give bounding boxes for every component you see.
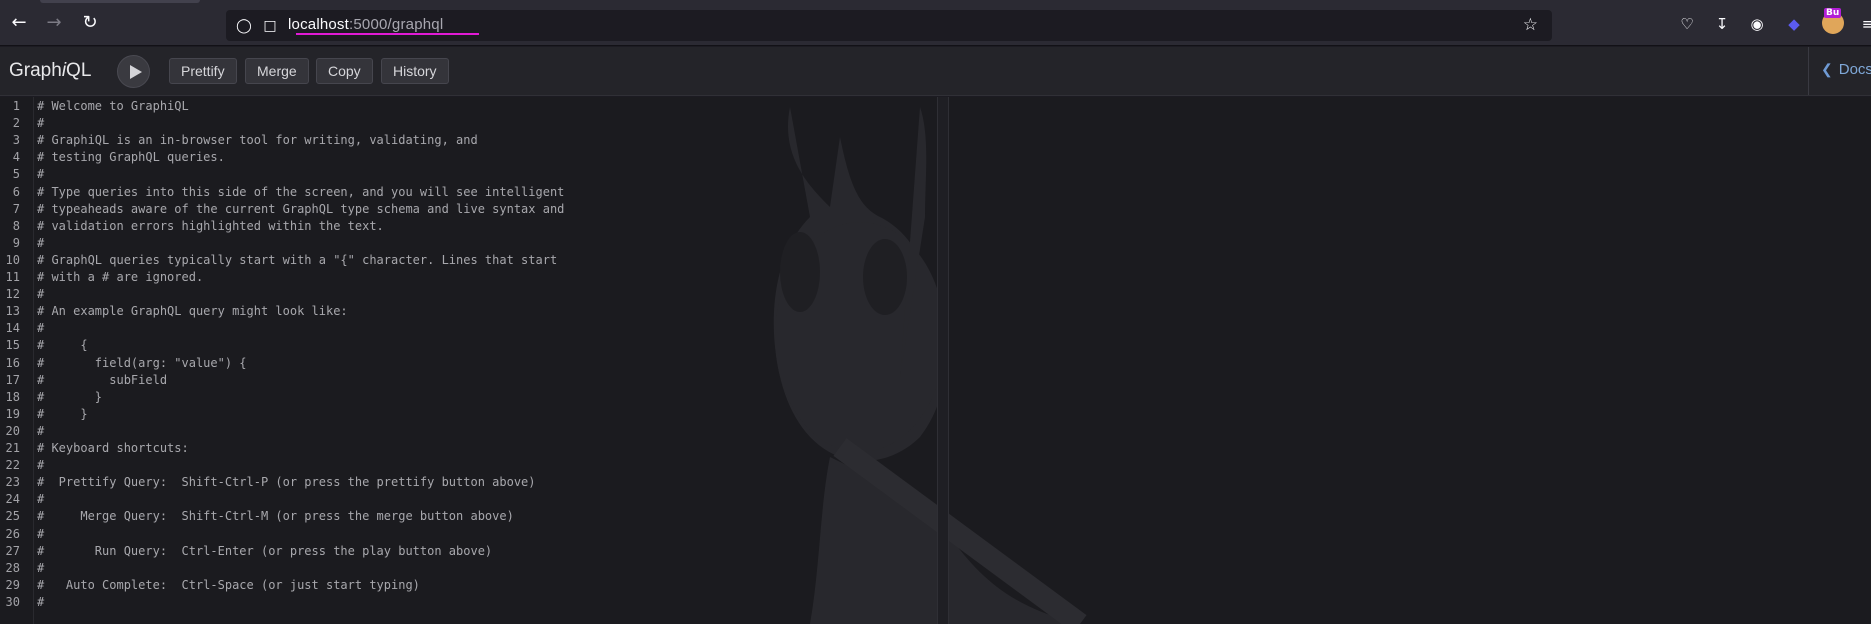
line-number: 17	[5, 372, 20, 387]
line-number: 26	[5, 526, 20, 541]
line-number: 20	[5, 423, 20, 438]
prettify-button[interactable]: Prettify	[169, 58, 237, 84]
reload-icon[interactable]: ↻	[78, 11, 102, 35]
execute-query-button[interactable]	[117, 55, 150, 88]
line-number: 14	[5, 321, 20, 336]
extension-badge-icon[interactable]: Bu	[1822, 8, 1844, 34]
code-line[interactable]: # An example GraphQL query might look li…	[37, 303, 348, 320]
page-info-icon[interactable]: □	[260, 16, 280, 36]
line-number: 13	[5, 304, 20, 319]
line-number: 27	[5, 543, 20, 558]
graphiql-title: GraphiQL	[9, 60, 91, 82]
docs-explorer-toggle[interactable]: ❮ Docs	[1808, 47, 1871, 95]
code-line[interactable]: # Auto Complete: Ctrl-Space (or just sta…	[37, 577, 420, 594]
title-prefix: Graph	[9, 60, 62, 81]
code-line[interactable]: #	[37, 115, 44, 132]
extension-diamond-icon[interactable]: ◆	[1783, 13, 1805, 35]
line-number: 24	[5, 492, 20, 507]
title-suffix: QL	[66, 60, 92, 81]
docs-link[interactable]: ❮ Docs	[1821, 61, 1871, 78]
code-line[interactable]: # subField	[37, 372, 167, 389]
extension-glasses-icon[interactable]: ◉	[1746, 13, 1768, 35]
line-number: 29	[5, 577, 20, 592]
line-number: 5	[12, 167, 20, 182]
line-number: 1	[12, 99, 20, 113]
code-line[interactable]: # Run Query: Ctrl-Enter (or press the pl…	[37, 543, 492, 560]
code-line[interactable]: # field(arg: "value") {	[37, 355, 247, 372]
line-number: 11	[5, 270, 20, 284]
code-line[interactable]: # }	[37, 389, 102, 406]
history-button[interactable]: History	[381, 58, 449, 84]
code-line[interactable]: #	[37, 457, 44, 474]
code-line[interactable]: # Prettify Query: Shift-Ctrl-P (or press…	[37, 474, 536, 491]
code-line[interactable]: # {	[37, 337, 88, 354]
extension-badge-label: Bu	[1824, 8, 1842, 18]
line-number: 7	[12, 201, 20, 216]
line-number: 10	[5, 252, 20, 267]
shield-icon[interactable]: ◯	[234, 16, 254, 36]
line-number-gutter: 1 2 3 4 5 6 7 8 9 10 11 12 13 14 15 16 17 18 19 20 21 22 23 24 2…	[0, 97, 34, 624]
results-pane	[950, 97, 1871, 624]
code-line[interactable]: # testing GraphQL queries.	[37, 149, 225, 166]
line-number: 3	[12, 133, 20, 148]
tab-strip-edge	[40, 0, 200, 3]
code-line[interactable]: #	[37, 491, 44, 508]
code-line[interactable]: # validation errors highlighted within t…	[37, 218, 384, 235]
code-line[interactable]: # }	[37, 406, 88, 423]
line-number: 15	[5, 338, 20, 353]
line-number: 8	[12, 218, 20, 233]
line-number: 25	[5, 509, 20, 524]
code-line[interactable]: #	[37, 166, 44, 183]
copy-button[interactable]: Copy	[316, 58, 373, 84]
line-number: 22	[5, 458, 20, 473]
browser-toolbar: ← → ↻ ◯ □ localhost:5000/graphql ☆ ♡ ↧ ◉…	[0, 0, 1871, 46]
url-text[interactable]: localhost:5000/graphql	[288, 16, 443, 33]
line-number: 12	[5, 287, 20, 302]
code-line[interactable]: #	[37, 594, 44, 611]
back-icon[interactable]: ←	[7, 11, 31, 35]
chevron-left-icon: ❮	[1821, 61, 1833, 77]
line-number: 19	[5, 406, 20, 421]
pocket-icon[interactable]: ♡	[1676, 13, 1698, 35]
forward-icon[interactable]: →	[42, 11, 66, 35]
graphiql-toolbar: GraphiQL Prettify Merge Copy History ❮ Do…	[0, 47, 1871, 96]
line-number: 21	[5, 441, 20, 455]
code-line[interactable]: # with a # are ignored.	[37, 269, 203, 286]
code-line[interactable]: # Merge Query: Shift-Ctrl-M (or press th…	[37, 508, 514, 525]
code-line[interactable]: #	[37, 526, 44, 543]
line-number: 4	[12, 150, 20, 165]
downloads-icon[interactable]: ↧	[1711, 13, 1733, 35]
merge-button[interactable]: Merge	[245, 58, 309, 84]
code-line[interactable]: # Type queries into this side of the scr…	[37, 184, 564, 201]
url-host: localhost	[288, 16, 350, 33]
line-number: 6	[12, 184, 20, 199]
code-line[interactable]: #	[37, 286, 44, 303]
code-line[interactable]: #	[37, 235, 44, 252]
code-line[interactable]: #	[37, 320, 44, 337]
code-line[interactable]: # typeaheads aware of the current GraphQ…	[37, 201, 564, 218]
url-underline	[296, 33, 479, 35]
line-number: 16	[5, 355, 20, 370]
editor-resize-handle[interactable]	[937, 97, 949, 624]
code-line[interactable]: # GraphQL queries typically start with a…	[37, 252, 557, 269]
line-number: 9	[12, 235, 20, 250]
url-bar[interactable]: ◯ □ localhost:5000/graphql ☆	[226, 10, 1552, 41]
code-line[interactable]: #	[37, 423, 44, 440]
bookmark-star-icon[interactable]: ☆	[1523, 15, 1538, 35]
code-line[interactable]: #	[37, 560, 44, 577]
editor-area: 1 2 3 4 5 6 7 8 9 10 11 12 13 14 15 16 17 18 19 20 21 22 23 24 2…	[0, 97, 1871, 624]
line-number: 28	[5, 560, 20, 575]
line-number: 18	[5, 389, 20, 404]
code-line[interactable]: # Keyboard shortcuts:	[37, 440, 189, 457]
line-number: 23	[5, 475, 20, 490]
menu-icon[interactable]: ≡	[1857, 13, 1871, 35]
code-line[interactable]: # Welcome to GraphiQL	[37, 98, 189, 115]
docs-label: Docs	[1838, 61, 1871, 78]
line-number: 30	[5, 594, 20, 609]
line-number: 2	[12, 116, 20, 131]
code-line[interactable]: # GraphiQL is an in-browser tool for wri…	[37, 132, 478, 149]
url-path: :5000/graphql	[349, 16, 444, 33]
